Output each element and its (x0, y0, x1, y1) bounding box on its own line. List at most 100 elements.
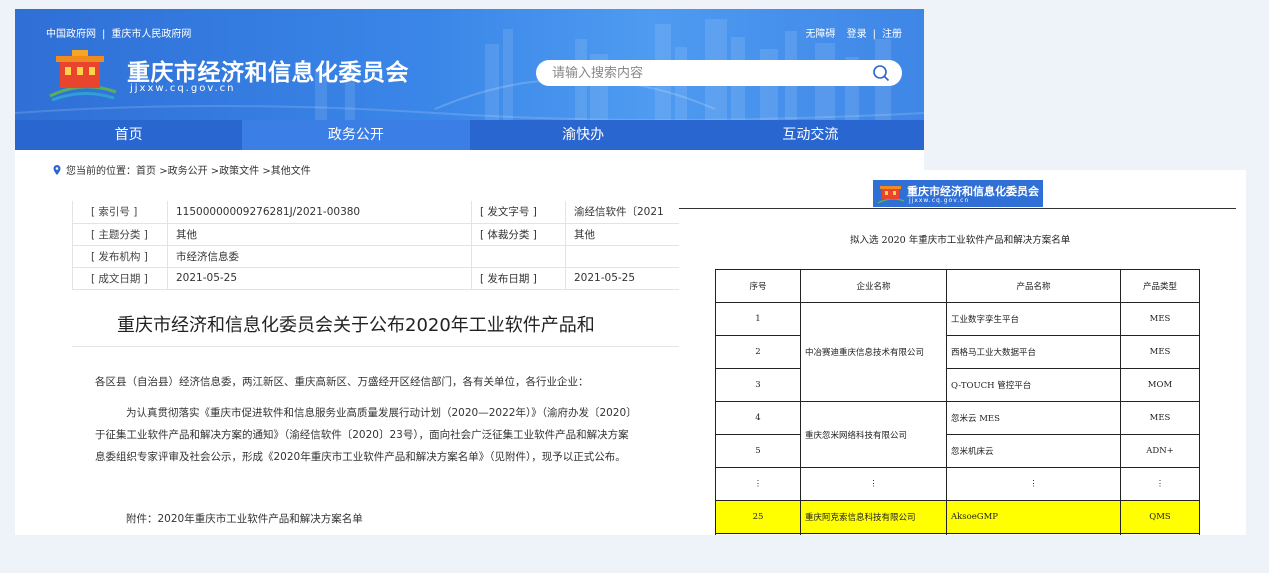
logo-icon (49, 50, 117, 102)
cell-company: 重庆阿克索信息科技有限公司 (800, 500, 947, 534)
breadcrumb-gov-affairs[interactable]: 政务公开 (168, 166, 208, 177)
meta-value-topic: 其他 (167, 223, 472, 246)
meta-row: [ 发布机构 ] 市经济信息委 (72, 245, 686, 268)
cell-no: 4 (715, 401, 801, 435)
breadcrumb-separator: > (262, 166, 271, 177)
cell-type: MES (1120, 302, 1200, 336)
meta-value-doc-number: 渝经信软件〔2021 (565, 201, 686, 224)
ellipsis-cell: ⋮ (946, 467, 1121, 501)
meta-value-publish-date: 2021-05-25 (565, 267, 686, 290)
meta-value-written-date: 2021-05-25 (167, 267, 472, 290)
nav-yukuaiban[interactable]: 渝快办 (470, 120, 697, 150)
ellipsis-row: ⋮ ⋮ ⋮ ⋮ (715, 467, 1200, 501)
table-row: 3 Q-TOUCH 管控平台 MOM (715, 368, 1200, 402)
cell-product: 西格马工业大数据平台 (946, 335, 1121, 369)
ellipsis-cell: ⋮ (1120, 467, 1200, 501)
meta-key-empty (471, 245, 566, 268)
meta-key-index: [ 索引号 ] (72, 201, 168, 224)
register-link[interactable]: 注册 (882, 25, 902, 40)
meta-key-publisher: [ 发布机构 ] (72, 245, 168, 268)
table-row: 2 西格马工业大数据平台 MES (715, 335, 1200, 369)
meta-row: [ 主题分类 ] 其他 [ 体裁分类 ] 其他 (72, 223, 686, 246)
breadcrumb-policy-docs[interactable]: 政策文件 (219, 166, 259, 177)
article-body-line-1: 为认真贯彻落实《重庆市促进软件和信息服务业高质量发展行动计划（2020—2022… (126, 407, 637, 419)
gov-links: 中国政府网 | 重庆市人民政府网 (46, 25, 191, 40)
location-pin-icon (53, 165, 61, 175)
site-domain: jjxxw.cq.gov.cn (130, 83, 236, 94)
login-link[interactable]: 登录 (847, 25, 867, 40)
nav-home[interactable]: 首页 (15, 120, 242, 150)
table-row: 1 中冶赛迪重庆信息技术有限公司 工业数字孪生平台 MES (715, 302, 1200, 402)
meta-key-written-date: [ 成文日期 ] (72, 267, 168, 290)
ellipsis-cell: ⋮ (715, 467, 801, 501)
search-icon[interactable] (872, 64, 890, 82)
cell-empty (715, 533, 801, 535)
meta-key-publish-date: [ 发布日期 ] (471, 267, 566, 290)
table-header-row: 序号 企业名称 产品名称 产品类型 (715, 269, 1200, 303)
cell-type: QMS (1120, 500, 1200, 534)
cell-product: Q-TOUCH 管控平台 (946, 368, 1121, 402)
cell-product: AksoeGMP (946, 500, 1121, 534)
site-banner: 中国政府网 | 重庆市人民政府网 无障碍 登录 | 注册 重庆市经济和信息化委员会 jj… (15, 9, 924, 120)
cell-no: 25 (715, 500, 801, 534)
cell-product: 工业数字孪生平台 (946, 302, 1121, 336)
doc-header-banner: 重庆市经济和信息化委员会 jjxxw.cq.gov.cn (873, 180, 1043, 207)
search-input[interactable] (552, 60, 852, 86)
main-nav: 首页 政务公开 渝快办 互动交流 (15, 120, 924, 150)
cell-company: 重庆忽米网络科技有限公司 (800, 401, 947, 468)
doc-header-divider (679, 208, 1236, 209)
site-title: 重庆市经济和信息化委员会 (127, 60, 409, 86)
attachment-link[interactable]: 附件：2020年重庆市工业软件产品和解决方案名单 (126, 511, 363, 526)
article-title: 重庆市经济和信息化委员会关于公布2020年工业软件产品和 (117, 315, 595, 336)
meta-value-genre: 其他 (565, 223, 686, 246)
nav-interaction[interactable]: 互动交流 (697, 120, 924, 150)
cell-no: 5 (715, 434, 801, 468)
meta-key-doc-number: [ 发文字号 ] (471, 201, 566, 224)
meta-key-genre: [ 体裁分类 ] (471, 223, 566, 246)
article-body-line-3: 息委组织专家评审及社会公示，形成《2020年重庆市工业软件产品和解决方案名单》（… (95, 451, 626, 463)
nav-gov-affairs[interactable]: 政务公开 (242, 120, 470, 150)
cell-no: 2 (715, 335, 801, 369)
cell-type: MOM (1120, 368, 1200, 402)
logo-icon (877, 186, 905, 204)
cell-product: 忽米云 MES (946, 401, 1121, 435)
cell-type: ADN+ (1120, 434, 1200, 468)
ellipsis-cell: ⋮ (800, 467, 947, 501)
column-header-product: 产品名称 (946, 269, 1121, 303)
breadcrumb-prefix: 您当前的位置： (66, 166, 136, 177)
cell-empty (800, 533, 947, 535)
meta-value-index: 11500000009276281J/2021-00380 (167, 201, 472, 224)
meta-row: [ 索引号 ] 11500000009276281J/2021-00380 [ … (72, 201, 686, 224)
table-row-partial (715, 533, 1200, 535)
cell-empty (946, 533, 1121, 535)
breadcrumb: 您当前的位置：首页 >政务公开 >政策文件 >其他文件 (53, 162, 311, 177)
doc-table-title: 拟入选 2020 年重庆市工业软件产品和解决方案名单 (850, 235, 1071, 246)
cell-empty (1120, 533, 1200, 535)
breadcrumb-separator: > (210, 166, 220, 177)
article-body-line-2: 于征集工业软件产品和解决方案的通知》（渝经信软件〔2020〕23号），面向社会广… (95, 429, 629, 441)
cell-no: 1 (715, 302, 801, 336)
meta-row: [ 成文日期 ] 2021-05-25 [ 发布日期 ] 2021-05-25 (72, 267, 686, 290)
column-header-company: 企业名称 (800, 269, 947, 303)
cell-type: MES (1120, 401, 1200, 435)
document-meta-table: [ 索引号 ] 11500000009276281J/2021-00380 [ … (72, 201, 686, 290)
meta-key-topic: [ 主题分类 ] (72, 223, 168, 246)
breadcrumb-home[interactable]: 首页 (136, 166, 156, 177)
breadcrumb-other-docs[interactable]: 其他文件 (271, 166, 311, 177)
accessibility-link[interactable]: 无障碍 (805, 25, 835, 40)
breadcrumb-separator: > (159, 166, 168, 177)
doc-header-domain: jjxxw.cq.gov.cn (909, 197, 970, 204)
search-box (536, 60, 902, 86)
highlighted-table-row: 25 重庆阿克索信息科技有限公司 AksoeGMP QMS (715, 500, 1200, 534)
table-row: 5 忽米机床云 ADN+ (715, 434, 1200, 468)
table-row: 4 重庆忽米网络科技有限公司 忽米云 MES MES (715, 401, 1200, 468)
cell-company: 中冶赛迪重庆信息技术有限公司 (800, 302, 947, 402)
gov-link-cq[interactable]: 重庆市人民政府网 (111, 25, 191, 40)
gov-link-central[interactable]: 中国政府网 (46, 25, 96, 40)
product-list-table: 序号 企业名称 产品名称 产品类型 1 中冶赛迪重庆信息技术有限公司 工业数字孪… (715, 269, 1200, 535)
column-header-no: 序号 (715, 269, 801, 303)
meta-value-empty (565, 245, 686, 268)
column-header-type: 产品类型 (1120, 269, 1200, 303)
title-divider (72, 346, 692, 347)
cell-no: 3 (715, 368, 801, 402)
